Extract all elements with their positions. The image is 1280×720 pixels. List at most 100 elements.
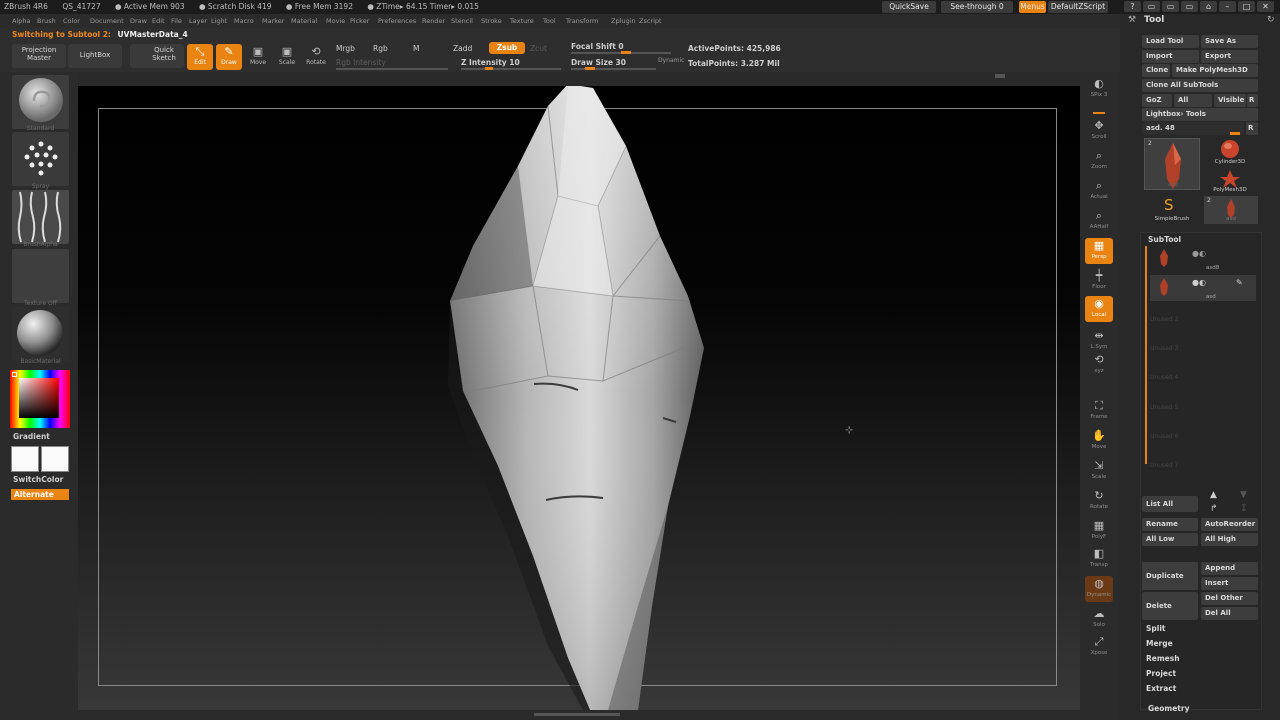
draw-button[interactable]: ✎ Draw	[216, 44, 242, 70]
edit-button[interactable]: ⤡ Edit	[187, 44, 213, 70]
spix-button[interactable]: ◐ SPix 3	[1085, 76, 1113, 102]
actual-button[interactable]: ⌕ Actual	[1085, 178, 1113, 204]
del-other-button[interactable]: Del Other	[1201, 592, 1258, 605]
rotate-button[interactable]: ⟲ Rotate	[303, 44, 329, 70]
goz-button[interactable]: GoZ	[1142, 94, 1172, 107]
brush-picker[interactable]	[12, 75, 69, 129]
tool-thumb-simplebrush[interactable]: S SimpleBrush	[1144, 196, 1200, 224]
empty-subtool-slot[interactable]: Unused 3	[1150, 345, 1178, 352]
menu-item-zscript[interactable]: Zscript	[639, 17, 662, 25]
empty-subtool-slot[interactable]: Unused 2	[1150, 316, 1178, 323]
rename-button[interactable]: Rename	[1142, 518, 1198, 531]
gradient-label[interactable]: Gradient	[13, 432, 50, 441]
lightbox-tools-button[interactable]: Lightbox› Tools	[1142, 108, 1258, 121]
insert-button[interactable]: Insert	[1201, 577, 1258, 590]
menu-item-zplugin[interactable]: Zplugin	[611, 17, 636, 25]
sculpt-model[interactable]	[78, 86, 1080, 710]
color-picker-marker[interactable]	[12, 372, 17, 377]
subtool-brush-icon[interactable]: ✎	[1236, 278, 1243, 287]
zcut-button[interactable]: Zcut	[530, 44, 547, 53]
close-icon[interactable]: ✕	[1257, 1, 1274, 12]
empty-subtool-slot[interactable]: Unused 5	[1150, 404, 1178, 411]
move-button[interactable]: ▣ Move	[245, 44, 271, 70]
stroke-picker[interactable]	[12, 132, 69, 186]
zsub-button[interactable]: Zsub	[489, 42, 525, 54]
quick-sketch-button[interactable]: Quick Sketch	[130, 44, 184, 68]
zoom-button[interactable]: ⌕ Zoom	[1085, 148, 1113, 174]
menu-item-texture[interactable]: Texture	[510, 17, 534, 25]
draw-size-track[interactable]	[571, 68, 656, 70]
tool-thumb-asd-2[interactable]: 2 asd	[1204, 196, 1258, 224]
bottom-scroll-bar[interactable]	[78, 710, 1080, 720]
xyz-button[interactable]: ⟲ xyz	[1085, 352, 1113, 378]
m-button[interactable]: M	[413, 44, 419, 53]
menu-item-tool[interactable]: Tool	[543, 17, 556, 25]
focal-shift-slider[interactable]: Focal Shift 0	[571, 42, 624, 51]
palette-dock-icon[interactable]: ↻	[1267, 15, 1275, 25]
rotate-button[interactable]: ↻ Rotate	[1085, 488, 1113, 514]
insert-icon[interactable]: ↧	[1240, 504, 1248, 514]
move-button[interactable]: ✋ Move	[1085, 428, 1113, 454]
alpha-picker[interactable]	[12, 190, 69, 244]
merge-down-icon[interactable]: ↱	[1210, 504, 1218, 514]
tool-thumb-cylinder3d[interactable]: Cylinder3D	[1208, 138, 1252, 166]
zadd-button[interactable]: Zadd	[453, 44, 472, 53]
draw-size-slider[interactable]: Draw Size 30	[571, 58, 626, 67]
z-intensity-track[interactable]	[461, 68, 561, 70]
subtool-scrollbar[interactable]	[1145, 246, 1147, 464]
menu-item-color[interactable]: Color	[63, 17, 80, 25]
append-button[interactable]: Append	[1201, 562, 1258, 575]
scale-button[interactable]: ⇲ Scale	[1085, 458, 1113, 484]
dynamic-button[interactable]: Dynamic	[658, 57, 684, 64]
material-picker[interactable]	[12, 307, 69, 361]
subtool-row-1[interactable]: ●◐ asd8	[1150, 246, 1256, 272]
frame-button[interactable]: ⛶ Frame	[1085, 398, 1113, 424]
solo-button[interactable]: ☁ Solo	[1085, 606, 1113, 632]
menu-item-draw[interactable]: Draw	[130, 17, 147, 25]
persp-button[interactable]: ▦ Persp	[1085, 238, 1113, 264]
rgb-intensity-track[interactable]	[336, 68, 448, 70]
z-intensity-slider[interactable]: Z Intensity 10	[461, 58, 520, 67]
subtool-row-2-selected[interactable]: ●◐ ✎ asd	[1150, 275, 1256, 301]
tool-r-button[interactable]: R	[1246, 122, 1258, 135]
subtool-visibility-icon[interactable]: ●◐	[1192, 278, 1206, 287]
subtool-visibility-icon[interactable]: ●◐	[1192, 249, 1206, 258]
geometry-section[interactable]: Geometry	[1148, 704, 1189, 713]
merge-section[interactable]: Merge	[1146, 639, 1173, 648]
projection-master-button[interactable]: Projection Master	[12, 44, 66, 68]
menus-button[interactable]: Menus	[1019, 1, 1046, 13]
rgb-button[interactable]: Rgb	[373, 44, 388, 53]
tool-thumb-polymesh3d[interactable]: PolyMesh3D	[1208, 168, 1252, 196]
menu-item-preferences[interactable]: Preferences	[378, 17, 416, 25]
menu-item-render[interactable]: Render	[422, 17, 445, 25]
layout2-icon[interactable]: ▭	[1162, 1, 1179, 12]
color-picker-square[interactable]	[19, 378, 59, 418]
scale-button[interactable]: ▣ Scale	[274, 44, 300, 70]
z-intensity-knob[interactable]	[485, 67, 493, 70]
goz-visible-button[interactable]: Visible	[1214, 94, 1246, 107]
save-as-button[interactable]: Save As	[1201, 35, 1258, 48]
layout-icon[interactable]: ▭	[1143, 1, 1160, 12]
lsym-button[interactable]: ⇹ L.Sym	[1085, 328, 1113, 354]
lightbox-button[interactable]: LightBox	[68, 44, 122, 68]
menu-item-transform[interactable]: Transform	[566, 17, 598, 25]
all-high-button[interactable]: All High	[1201, 533, 1258, 546]
rgb-intensity-slider[interactable]: Rgb Intensity	[336, 58, 386, 67]
switch-color-button[interactable]: SwitchColor	[13, 475, 63, 484]
menu-item-edit[interactable]: Edit	[152, 17, 165, 25]
current-tool-slider[interactable]: asd. 48	[1142, 122, 1244, 135]
tool-palette-header[interactable]: ⚒ Tool ↻	[1120, 14, 1280, 28]
maximize-icon[interactable]: □	[1238, 1, 1255, 12]
menu-item-file[interactable]: File	[171, 17, 182, 25]
del-all-button[interactable]: Del All	[1201, 607, 1258, 620]
tool-thumb-asd[interactable]: 2 asd	[1144, 138, 1200, 190]
list-all-button[interactable]: List All	[1142, 496, 1198, 512]
lock-icon[interactable]: ⌂	[1200, 1, 1217, 12]
menu-item-alpha[interactable]: Alpha	[12, 17, 30, 25]
empty-subtool-slot[interactable]: Unused 4	[1150, 374, 1178, 381]
duplicate-button[interactable]: Duplicate	[1142, 562, 1198, 590]
export-button[interactable]: Export	[1201, 50, 1258, 63]
toolbar-scroll-handle[interactable]	[995, 74, 1005, 78]
xpose-button[interactable]: ⤢ Xpose	[1085, 634, 1113, 660]
help-icon[interactable]: ?	[1124, 1, 1141, 12]
